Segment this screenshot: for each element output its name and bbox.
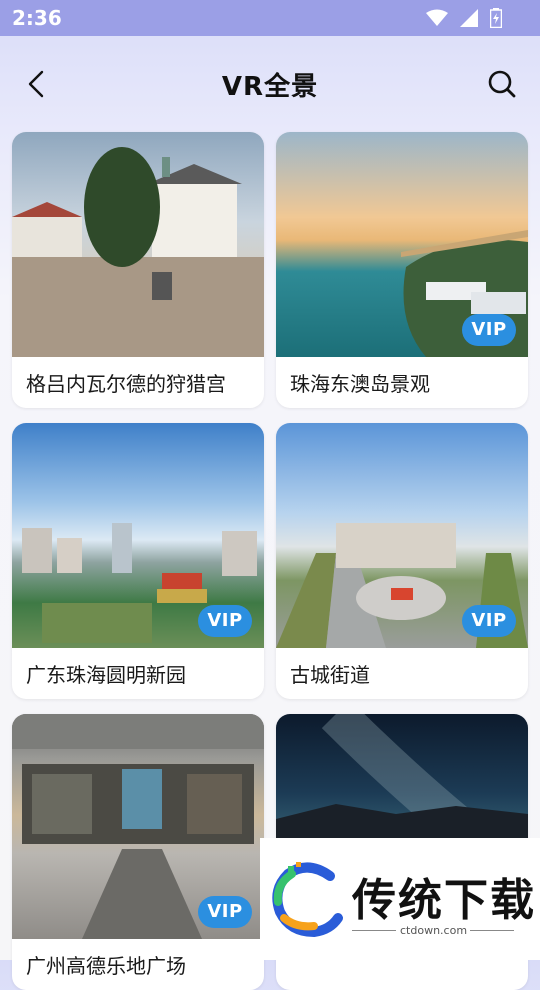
vip-badge: VIP — [198, 605, 252, 637]
signal-icon — [460, 9, 478, 31]
panorama-title: 格吕内瓦尔德的狩猎宫 — [26, 372, 226, 396]
panorama-title: 珠海东澳岛景观 — [290, 372, 430, 396]
status-bar: 2:36 — [0, 0, 540, 36]
battery-icon — [489, 8, 503, 32]
search-button[interactable] — [484, 66, 520, 102]
vip-badge: VIP — [462, 314, 516, 346]
search-icon — [488, 70, 516, 98]
watermark: 传统下载 ctdown.com — [260, 838, 540, 960]
panorama-title: 广东珠海圆明新园 — [26, 663, 186, 687]
wifi-icon — [426, 9, 448, 31]
panorama-title: 古城街道 — [290, 663, 370, 687]
panorama-card[interactable]: VIP 广东珠海圆明新园 — [12, 423, 264, 699]
status-time: 2:36 — [12, 6, 62, 30]
panorama-card[interactable]: 格吕内瓦尔德的狩猎宫 — [12, 132, 264, 408]
vip-badge: VIP — [198, 896, 252, 928]
page-title: VR全景 — [221, 72, 319, 102]
watermark-divider — [352, 930, 396, 931]
panorama-card[interactable]: VIP 广州高德乐地广场 — [12, 714, 264, 990]
panorama-card[interactable]: VIP 古城街道 — [276, 423, 528, 699]
panorama-thumbnail — [12, 132, 264, 357]
watermark-divider — [470, 930, 514, 931]
chevron-left-icon — [28, 70, 44, 98]
panorama-card[interactable]: VIP 珠海东澳岛景观 — [276, 132, 528, 408]
app-bar: VR全景 — [0, 36, 540, 132]
back-button[interactable] — [20, 66, 56, 102]
watermark-brand: 传统下载 — [352, 875, 536, 926]
vip-badge: VIP — [462, 605, 516, 637]
panorama-title: 广州高德乐地广场 — [26, 954, 186, 978]
watermark-logo-icon — [272, 862, 343, 938]
status-icons — [426, 8, 503, 32]
watermark-url: ctdown.com — [400, 924, 468, 937]
